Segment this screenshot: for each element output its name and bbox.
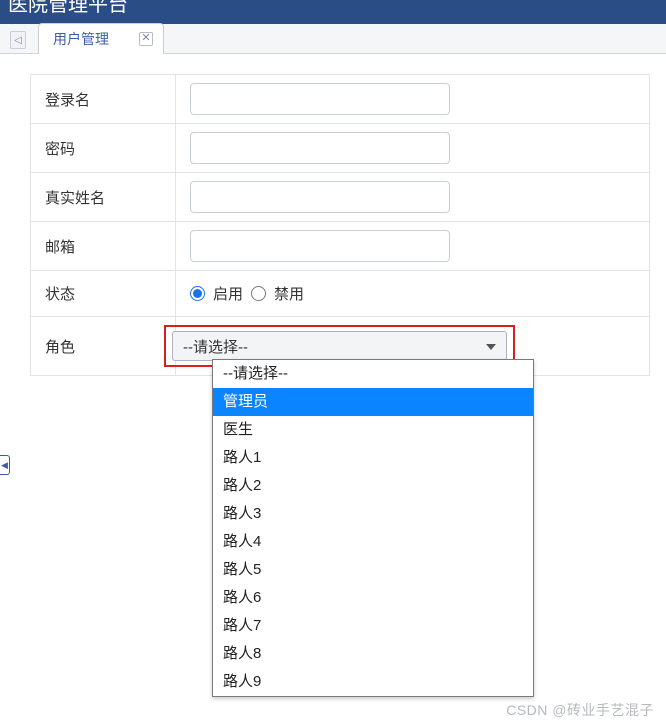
status-radio-group: 启用 禁用 [190, 283, 635, 304]
user-form: 登录名 密码 真实姓名 邮箱 状态 启用 禁用 [30, 74, 650, 376]
chevron-left-icon: ◀ [1, 460, 8, 471]
form-panel: 登录名 密码 真实姓名 邮箱 状态 启用 禁用 [0, 54, 666, 376]
dropdown-option[interactable]: 路人8 [213, 640, 533, 668]
dropdown-option[interactable]: 路人2 [213, 472, 533, 500]
tab-user-management[interactable]: 用户管理 ✕ [38, 23, 164, 54]
status-label: 状态 [31, 271, 176, 317]
role-label: 角色 [31, 317, 176, 376]
tab-label: 用户管理 [53, 29, 109, 49]
tab-strip: ◁ 用户管理 ✕ [0, 24, 666, 54]
role-select-value: --请选择-- [183, 336, 248, 357]
password-label: 密码 [31, 124, 176, 173]
role-dropdown-list: --请选择--管理员医生路人1路人2路人3路人4路人5路人6路人7路人8路人9 [212, 359, 534, 697]
dropdown-option[interactable]: 管理员 [213, 388, 533, 416]
tab-close-button[interactable]: ✕ [139, 32, 153, 46]
realname-input[interactable] [190, 181, 450, 213]
email-label: 邮箱 [31, 222, 176, 271]
side-expand-handle[interactable]: ◀ [0, 455, 10, 475]
login-label: 登录名 [31, 75, 176, 124]
chevron-left-icon: ◁ [14, 35, 22, 46]
header-title-fragment: 医院管理平台 [8, 0, 128, 16]
realname-label: 真实姓名 [31, 173, 176, 222]
close-icon: ✕ [141, 32, 150, 44]
password-input[interactable] [190, 132, 450, 164]
dropdown-option[interactable]: --请选择-- [213, 360, 533, 388]
dropdown-option[interactable]: 路人4 [213, 528, 533, 556]
role-select[interactable]: --请选择-- [172, 331, 507, 361]
dropdown-option[interactable]: 路人9 [213, 668, 533, 696]
dropdown-option[interactable]: 路人7 [213, 612, 533, 640]
dropdown-option[interactable]: 路人1 [213, 444, 533, 472]
dropdown-option[interactable]: 路人3 [213, 500, 533, 528]
dropdown-option[interactable]: 路人5 [213, 556, 533, 584]
status-enable-label: 启用 [213, 283, 243, 304]
status-disable-radio[interactable] [251, 286, 266, 301]
status-disable-label: 禁用 [274, 283, 304, 304]
app-header: 医院管理平台 [0, 0, 666, 24]
dropdown-option[interactable]: 路人6 [213, 584, 533, 612]
tab-scroll-left-button[interactable]: ◁ [10, 31, 26, 49]
email-input[interactable] [190, 230, 450, 262]
watermark-text: CSDN @砖业手艺混子 [506, 700, 654, 720]
login-input[interactable] [190, 83, 450, 115]
dropdown-option[interactable]: 医生 [213, 416, 533, 444]
status-enable-radio[interactable] [190, 286, 205, 301]
